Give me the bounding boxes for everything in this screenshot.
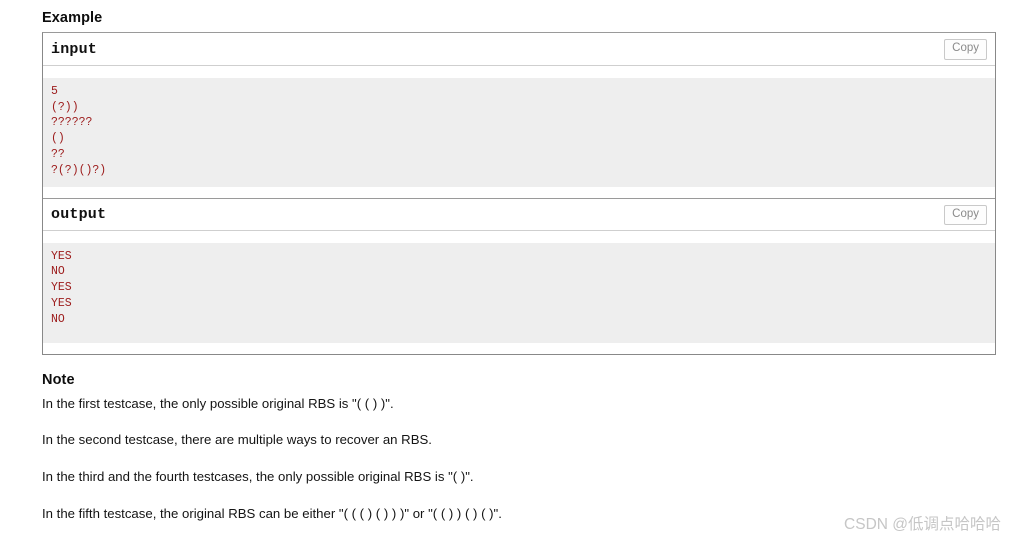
sample-output-panel: output Copy YES NO YES YES NO <box>43 198 995 343</box>
sample-output-content[interactable]: YES NO YES YES NO <box>43 242 995 343</box>
problem-statement-body: Example input Copy 5 (?)) ?????? () ?? ?… <box>42 10 996 523</box>
note-paragraph-1: In the first testcase, the only possible… <box>42 395 394 411</box>
sample-input-content[interactable]: 5 (?)) ?????? () ?? ?(?)()?) <box>43 77 995 187</box>
input-title-bar: input Copy <box>43 33 995 67</box>
note-heading: Note <box>42 372 75 389</box>
copy-output-button[interactable]: Copy <box>944 205 987 226</box>
output-title-bar: output Copy <box>43 198 995 232</box>
csdn-watermark: CSDN @低调点哈哈哈 <box>844 516 1001 533</box>
sample-input-panel: input Copy 5 (?)) ?????? () ?? ?(?)()?) <box>43 33 995 187</box>
note-section: Note In the first testcase, the only pos… <box>42 372 996 523</box>
note-paragraph-2: In the second testcase, there are multip… <box>42 432 432 448</box>
input-label: input <box>51 40 98 58</box>
example-heading: Example <box>42 10 103 26</box>
output-label: output <box>51 206 107 224</box>
note-paragraph-3: In the third and the fourth testcases, t… <box>42 469 474 485</box>
sample-tests-container: input Copy 5 (?)) ?????? () ?? ?(?)()?) … <box>42 32 996 356</box>
copy-input-button[interactable]: Copy <box>944 39 987 60</box>
